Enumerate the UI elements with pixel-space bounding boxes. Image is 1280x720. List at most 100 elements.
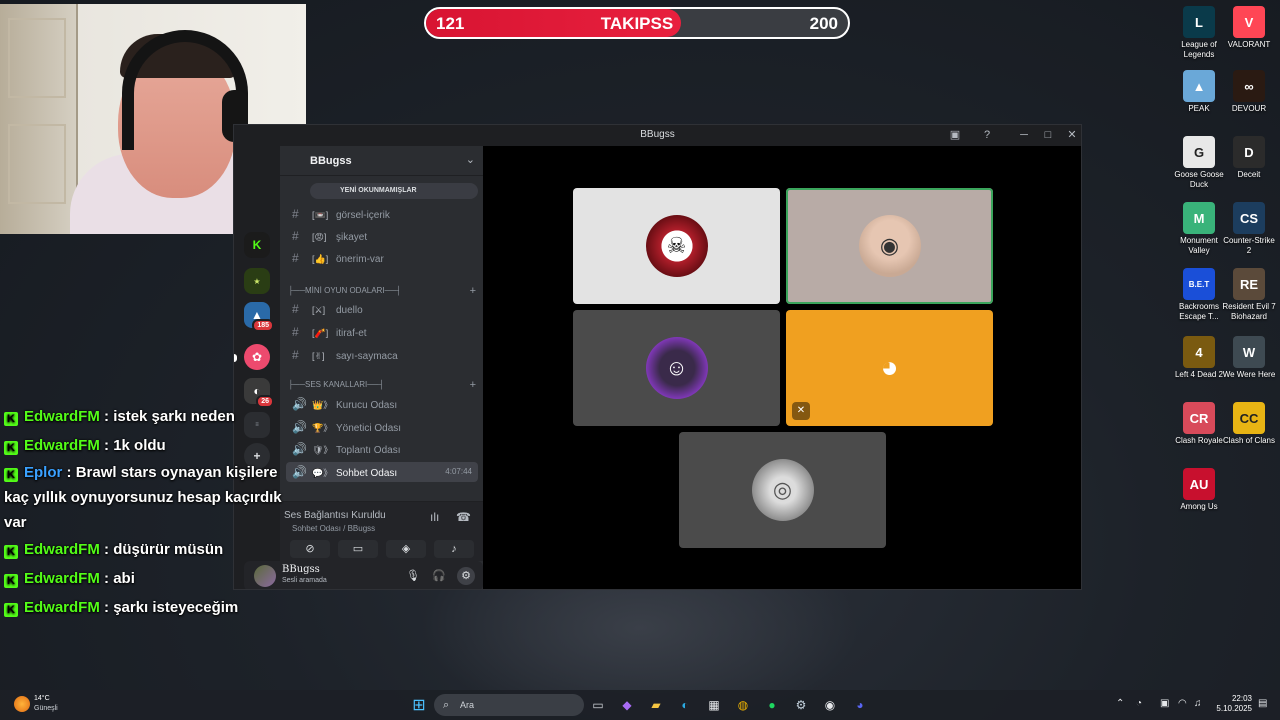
voice-channel[interactable]: 🔊 👑》 Kurucu Odası — [286, 394, 478, 414]
desktop-icon-label: Counter-Strike 2 — [1223, 236, 1275, 255]
chat-message: K EdwardFM : şarkı isteyeceğim — [4, 593, 294, 622]
chat-message: K EdwardFM : abi — [4, 564, 294, 593]
store-icon[interactable]: ▦ — [704, 695, 724, 715]
gear-icon[interactable]: ⚙ — [457, 567, 475, 585]
desktop-icon[interactable]: B.E.T Backrooms Escape T... — [1172, 268, 1226, 322]
voice-channel[interactable]: 🔊 🏆》 Yönetici Odası — [286, 417, 478, 437]
notification-icon[interactable]: ▤ — [1258, 698, 1267, 709]
copilot-icon[interactable]: ◆ — [617, 695, 637, 715]
clock[interactable]: 22:03 5.10.2025 — [1212, 694, 1252, 714]
wifi-icon[interactable]: ◠ — [1178, 698, 1187, 709]
help-icon[interactable]: ? — [978, 127, 996, 143]
app-icon: W — [1233, 336, 1265, 368]
server-icon-6[interactable]: ◐ 26 — [244, 378, 274, 408]
text-channel[interactable]: # [📼] görsel-içerik — [286, 204, 478, 224]
discord-icon[interactable]: ◕ — [850, 695, 870, 715]
desktop-icon[interactable]: 4 Left 4 Dead 2 — [1172, 336, 1226, 380]
channel-name: görsel-içerik — [336, 210, 390, 221]
disconnect-icon[interactable]: ☎ — [456, 510, 471, 524]
desktop-icon-label: Monument Valley — [1180, 236, 1218, 255]
chat-username: EdwardFM — [24, 570, 100, 587]
minimize-button[interactable]: ─ — [1015, 127, 1033, 143]
voice-connection-panel: Ses Bağlantısı Kuruldu Sohbet Odası / BB… — [280, 501, 483, 561]
voice-status-channel[interactable]: Sohbet Odası / BBugss — [292, 524, 375, 533]
guild-name: BBugss — [310, 155, 352, 167]
close-button[interactable]: ✕ — [1063, 127, 1081, 143]
app-icon: D — [1233, 136, 1265, 168]
volume-icon[interactable]: ♫ — [1194, 698, 1202, 709]
chrome-icon[interactable]: ◍ — [733, 695, 753, 715]
search-input[interactable]: ⌕ Ara — [434, 694, 584, 716]
desktop-icon[interactable]: ∞ DEVOUR — [1222, 70, 1276, 114]
desktop-icon-label: We Were Here — [1222, 370, 1276, 379]
microphone-icon[interactable]: 🎙 — [404, 567, 422, 585]
desktop-icon-label: Resident Evil 7 Biohazard — [1222, 302, 1276, 321]
desktop-icon[interactable]: M Monument Valley — [1172, 202, 1226, 256]
chat-text: istek şarkı neden — [113, 408, 235, 425]
text-channel[interactable]: # [👍] önerim-var — [286, 248, 478, 268]
voice-channel[interactable]: 🔊 💬》 Sohbet Odası 4:07:44 — [286, 461, 478, 482]
headphones-icon[interactable]: 🎧 — [430, 567, 448, 585]
desktop-icon[interactable]: W We Were Here — [1222, 336, 1276, 380]
server-icon-4[interactable]: ▲ 185 — [244, 302, 274, 332]
tray-chevron-icon[interactable]: ⌃ — [1116, 698, 1124, 709]
participant-tile-speaking[interactable]: ◉ — [786, 188, 993, 304]
new-unreads-pill[interactable]: YENİ OKUNMAMIŞLAR — [310, 183, 478, 199]
server-icon-kick[interactable]: K — [244, 232, 270, 258]
chat-username: EdwardFM — [24, 541, 100, 558]
voice-channel[interactable]: 🔊 🛡》 Toplantı Odası — [286, 439, 478, 459]
category-mini-games[interactable]: ├──MİNİ OYUN ODALARI──┤ + — [288, 284, 476, 298]
desktop-icon[interactable]: V VALORANT — [1222, 6, 1276, 50]
text-channel[interactable]: # [⚔] duello — [286, 299, 478, 319]
file-explorer-icon[interactable]: ▰ — [646, 695, 666, 715]
mention-badge: 185 — [252, 319, 274, 332]
desktop-icon[interactable]: CS Counter-Strike 2 — [1222, 202, 1276, 256]
camera-off-icon[interactable]: ⊘ — [290, 540, 330, 558]
spotify-icon[interactable]: ● — [762, 695, 782, 715]
desktop-icon[interactable]: ▲ PEAK — [1172, 70, 1226, 114]
soundboard-icon[interactable]: ♪ — [434, 540, 474, 558]
text-channel[interactable]: # [✌] sayı-saymaca — [286, 345, 478, 365]
desktop-icon[interactable]: L League of Legends — [1172, 6, 1226, 60]
task-view-icon[interactable]: ▭ — [588, 695, 608, 715]
maximize-button[interactable]: □ — [1039, 127, 1057, 143]
channel-emoji: [👍] — [312, 254, 329, 264]
add-channel-icon[interactable]: + — [470, 284, 476, 298]
app-icon: ▲ — [1183, 70, 1215, 102]
server-icon-brawl[interactable]: ★ — [244, 268, 270, 294]
tray-app-icon[interactable]: ◔ — [1136, 698, 1142, 709]
desktop-icon-label: DEVOUR — [1231, 104, 1267, 113]
obs-icon[interactable]: ◉ — [820, 695, 840, 715]
category-voice[interactable]: ├──SES KANALLARI──┤ + — [288, 378, 476, 392]
guild-header[interactable]: BBugss ⌄ — [280, 146, 483, 176]
activities-icon[interactable]: ◈ — [386, 540, 426, 558]
participant-tile[interactable]: ◎ — [679, 432, 886, 548]
tray-network-icon[interactable]: ▣ — [1160, 698, 1169, 709]
screen-share-icon[interactable]: ▭ — [338, 540, 378, 558]
channel-emoji: [😡] — [312, 232, 327, 242]
desktop-icon[interactable]: CR Clash Royale — [1172, 402, 1226, 446]
inbox-icon[interactable]: ▣ — [946, 127, 964, 143]
desktop-icon[interactable]: RE Resident Evil 7 Biohazard — [1222, 268, 1276, 322]
desktop-icon[interactable]: CC Clash of Clans — [1222, 402, 1276, 446]
server-icon-5[interactable]: ✿ — [244, 344, 270, 370]
text-channel[interactable]: # [😡] şikayet — [286, 226, 478, 246]
participant-tile[interactable]: ☺ — [573, 310, 780, 426]
window-titlebar: BBugss ▣ ? ─ □ ✕ — [234, 125, 1081, 146]
text-channel[interactable]: # [🧨] itiraf-et — [286, 322, 478, 342]
desktop-icon[interactable]: AU Among Us — [1172, 468, 1226, 512]
participant-tile[interactable]: ☠ — [573, 188, 780, 304]
edge-icon[interactable]: ◐ — [675, 695, 695, 715]
channel-name: şikayet — [336, 232, 368, 243]
channel-emoji: 🛡》 — [312, 445, 333, 455]
noise-suppression-icon[interactable]: ılı — [430, 510, 439, 524]
steam-icon[interactable]: ⚙ — [791, 695, 811, 715]
add-channel-icon[interactable]: + — [470, 378, 476, 392]
desktop-icon[interactable]: D Deceit — [1222, 136, 1276, 180]
start-icon[interactable]: ⊞ — [409, 695, 429, 715]
desktop-icon[interactable]: G Goose Goose Duck — [1172, 136, 1226, 190]
participant-tile[interactable]: ◕ ✕ — [786, 310, 993, 426]
app-icon: CS — [1233, 202, 1265, 234]
hash-icon: # — [292, 348, 299, 362]
desktop-icon-label: Backrooms Escape T... — [1178, 302, 1219, 321]
